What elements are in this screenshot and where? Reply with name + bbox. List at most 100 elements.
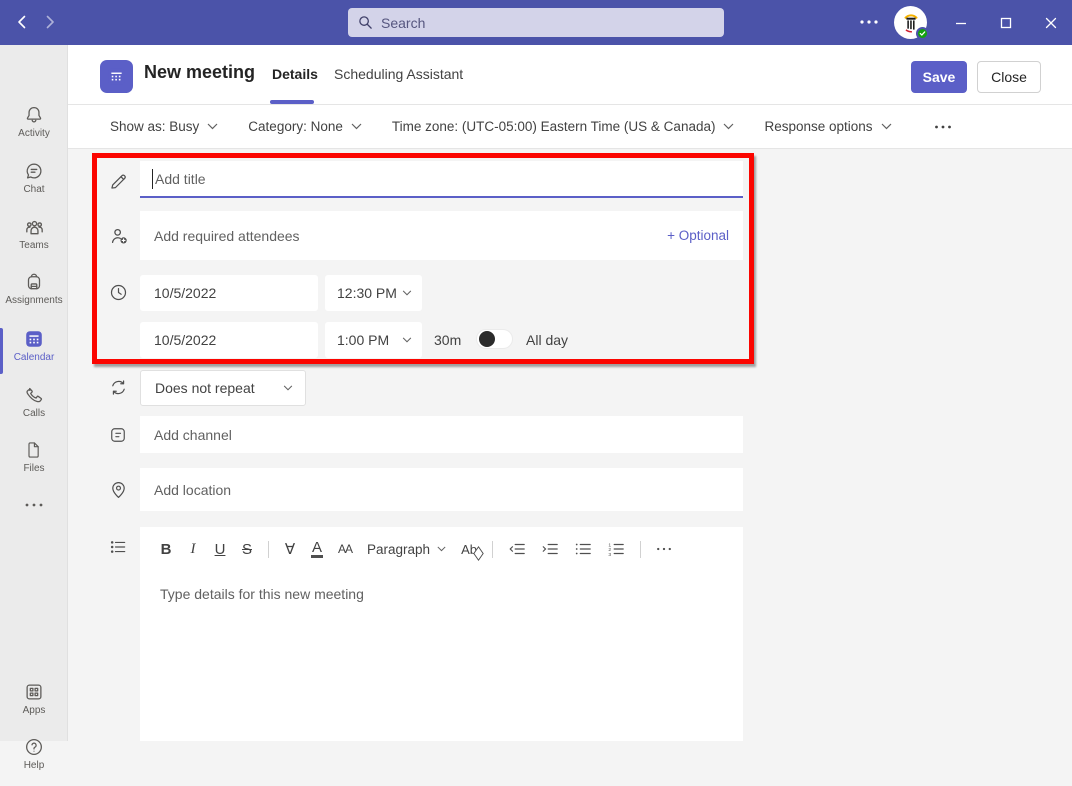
calendar-app-icon (100, 60, 133, 93)
italic-icon[interactable]: I (187, 541, 199, 558)
location-input[interactable]: Add location (140, 468, 743, 511)
numbered-list-icon[interactable]: 123 (607, 541, 625, 557)
agenda-list-icon (108, 537, 128, 557)
status-available-icon (916, 27, 929, 40)
font-color-icon[interactable]: A (311, 541, 323, 558)
details-editor: B I U S ∀ A AA Paragraph Ab (140, 527, 743, 741)
sidebar-item-label: Chat (0, 184, 68, 196)
tab-scheduling-assistant[interactable]: Scheduling Assistant (334, 66, 463, 82)
sidebar-item-activity[interactable]: Activity (0, 102, 68, 154)
repeat-value: Does not repeat (155, 380, 255, 396)
sidebar-item-calendar[interactable]: Calendar (0, 326, 68, 378)
font-size-icon[interactable]: AA (338, 542, 352, 556)
location-placeholder: Add location (154, 482, 231, 498)
attendees-placeholder: Add required attendees (154, 228, 300, 244)
chevron-down-icon (881, 123, 892, 130)
meeting-title-input[interactable] (153, 171, 743, 187)
back-arrow-icon[interactable] (12, 12, 32, 32)
svg-text:3: 3 (608, 552, 611, 557)
toolbar-divider (492, 541, 493, 558)
strikethrough-icon[interactable]: S (241, 541, 253, 558)
end-date-value: 10/5/2022 (154, 332, 216, 348)
repeat-dropdown[interactable]: Does not repeat (140, 370, 306, 406)
details-body-input[interactable]: Type details for this new meeting (140, 564, 743, 602)
response-options-dropdown[interactable]: Response options (764, 119, 891, 134)
options-more-icon[interactable] (934, 123, 952, 131)
all-day-toggle[interactable] (476, 329, 513, 349)
minimize-button[interactable] (948, 10, 974, 36)
calendar-icon (0, 326, 68, 352)
tab-details[interactable]: Details (272, 66, 318, 82)
sidebar-more-apps-icon[interactable] (0, 500, 68, 510)
user-avatar[interactable] (894, 6, 927, 39)
repeat-icon (108, 377, 129, 398)
sidebar-item-label: Files (0, 463, 68, 475)
sidebar-item-assignments[interactable]: Assignments (0, 269, 68, 321)
app-sidebar: Activity Chat Teams Assignments Calendar (0, 45, 68, 741)
highlight-icon[interactable]: ∀ (284, 540, 296, 558)
close-button[interactable]: Close (977, 61, 1041, 93)
save-button[interactable]: Save (911, 61, 967, 93)
chevron-down-icon (283, 385, 293, 391)
channel-input[interactable]: Add channel (140, 416, 743, 453)
maximize-button[interactable] (993, 10, 1019, 36)
editor-more-icon[interactable] (656, 545, 672, 553)
sidebar-item-apps[interactable]: Apps (0, 679, 68, 731)
sidebar-item-chat[interactable]: Chat (0, 158, 68, 210)
sidebar-item-calls[interactable]: Calls (0, 382, 68, 434)
show-as-label: Show as: Busy (110, 119, 199, 134)
location-pin-icon (108, 479, 129, 500)
paragraph-style-dropdown[interactable]: Paragraph (367, 542, 446, 557)
bullet-list-icon[interactable] (574, 541, 592, 557)
channel-icon (108, 425, 128, 445)
end-date-input[interactable]: 10/5/2022 (140, 322, 318, 358)
bold-icon[interactable]: B (160, 541, 172, 558)
meeting-header: New meeting Details Scheduling Assistant… (68, 45, 1072, 105)
start-time-dropdown[interactable]: 12:30 PM (325, 275, 422, 311)
search-icon (358, 15, 373, 30)
outdent-icon[interactable] (508, 541, 526, 557)
person-add-icon (108, 225, 130, 247)
duration-label: 30m (434, 332, 461, 348)
page-title: New meeting (144, 62, 255, 83)
apps-grid-icon (0, 679, 68, 705)
category-label: Category: None (248, 119, 343, 134)
underline-icon[interactable]: U (214, 541, 226, 558)
editor-toolbar: B I U S ∀ A AA Paragraph Ab (140, 527, 743, 564)
required-attendees-input[interactable]: Add required attendees + Optional (140, 211, 743, 260)
start-date-value: 10/5/2022 (154, 285, 216, 301)
all-day-label: All day (526, 332, 568, 348)
sidebar-item-label: Activity (0, 128, 68, 140)
end-time-value: 1:00 PM (337, 332, 389, 348)
chevron-down-icon (351, 123, 362, 130)
forward-arrow-icon[interactable] (40, 12, 60, 32)
start-time-value: 12:30 PM (337, 285, 397, 301)
sidebar-item-files[interactable]: Files (0, 437, 68, 489)
sidebar-item-teams[interactable]: Teams (0, 214, 68, 266)
paragraph-label: Paragraph (367, 542, 430, 557)
close-window-button[interactable] (1038, 10, 1064, 36)
title-input-wrap (140, 161, 743, 198)
search-input[interactable]: Search (348, 8, 724, 37)
timezone-dropdown[interactable]: Time zone: (UTC-05:00) Eastern Time (US … (392, 119, 735, 134)
sidebar-item-label: Assignments (0, 295, 68, 307)
phone-icon (0, 382, 68, 408)
chevron-down-icon (437, 546, 446, 552)
active-tab-indicator (270, 100, 314, 104)
optional-attendees-link[interactable]: + Optional (667, 228, 729, 243)
indent-icon[interactable] (541, 541, 559, 557)
chevron-down-icon (402, 290, 412, 296)
clock-icon (108, 282, 129, 303)
titlebar-more-options-icon[interactable] (858, 12, 882, 32)
pencil-icon (108, 171, 129, 192)
chevron-down-icon (723, 123, 734, 130)
clear-formatting-icon[interactable]: Ab (461, 542, 477, 557)
start-date-input[interactable]: 10/5/2022 (140, 275, 318, 311)
chevron-down-icon (207, 123, 218, 130)
sidebar-item-help[interactable]: Help (0, 734, 68, 786)
show-as-dropdown[interactable]: Show as: Busy (110, 119, 218, 134)
chevron-down-icon (402, 337, 412, 343)
end-time-dropdown[interactable]: 1:00 PM (325, 322, 422, 358)
category-dropdown[interactable]: Category: None (248, 119, 362, 134)
sidebar-item-label: Calls (0, 408, 68, 420)
